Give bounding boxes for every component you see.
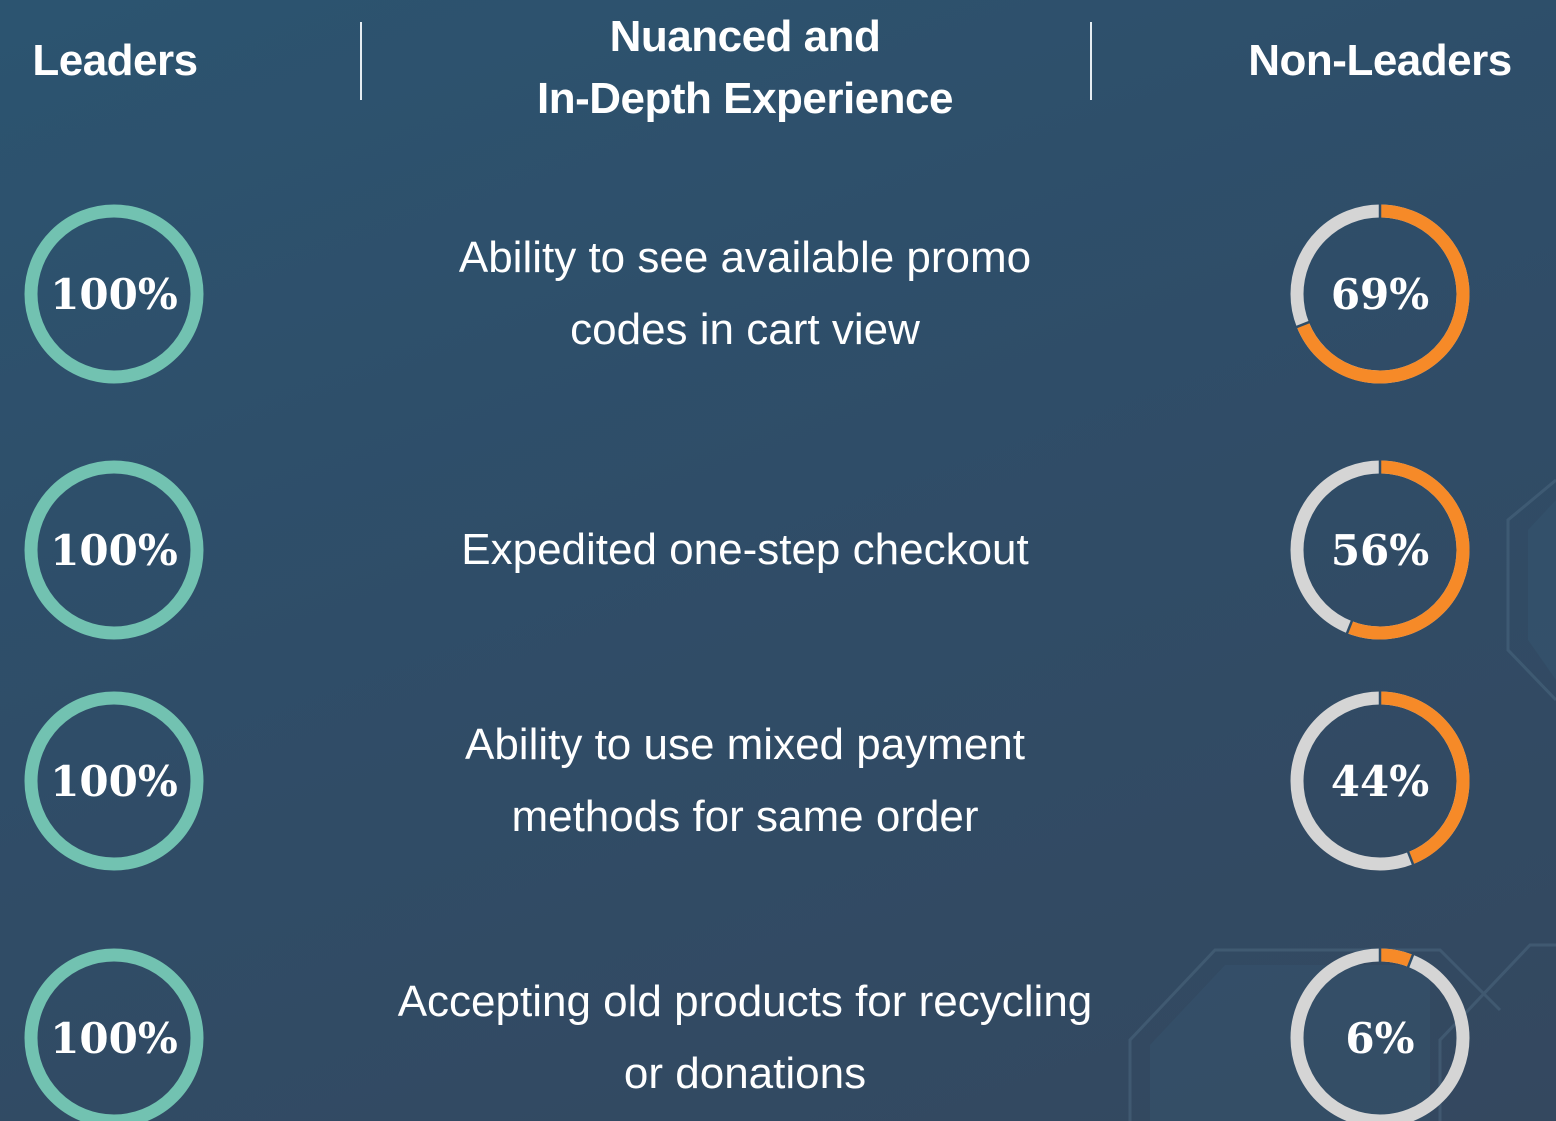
leaders-percent-label: 100% bbox=[50, 526, 178, 575]
non-leaders-percent-label: 56% bbox=[1331, 526, 1429, 575]
non-leaders-percent-label: 69% bbox=[1331, 270, 1429, 319]
leaders-percent-label: 100% bbox=[50, 757, 178, 806]
leaders-percent-label: 100% bbox=[50, 1014, 178, 1063]
non-leaders-percent-label: 44% bbox=[1331, 757, 1429, 806]
donut-chart-grid: 100% 69% 100% 56% 100% 44% 100% 6% bbox=[24, 203, 1470, 1121]
non-leaders-percent-label: 6% bbox=[1345, 1014, 1414, 1063]
leaders-percent-label: 100% bbox=[50, 270, 178, 319]
